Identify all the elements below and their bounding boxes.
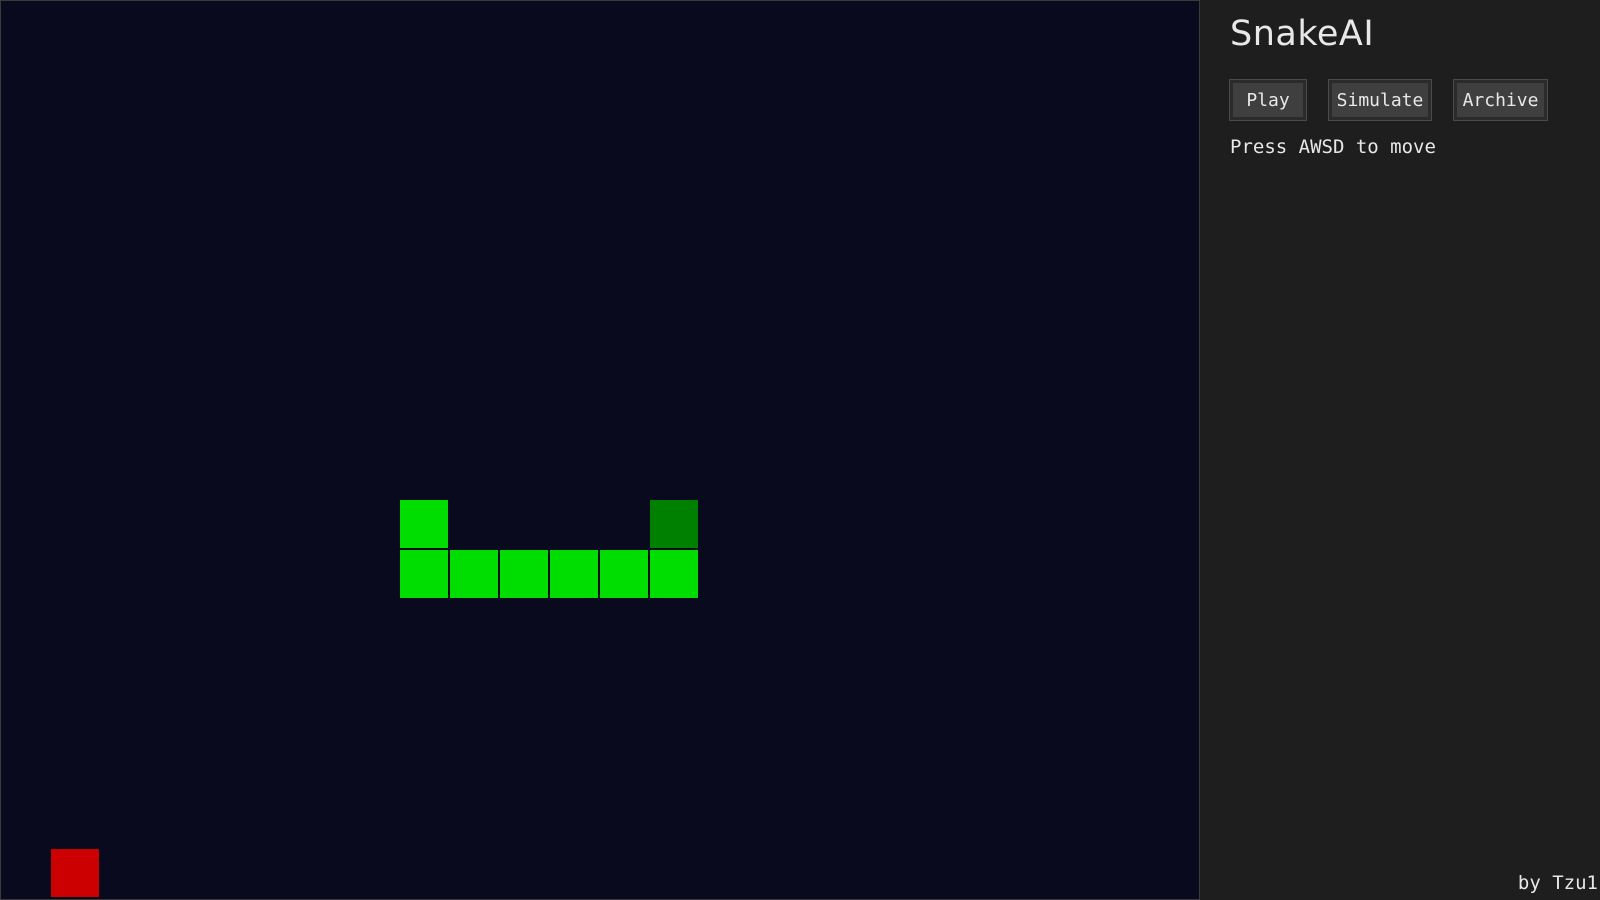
food-pellet xyxy=(51,849,99,897)
snake-segment xyxy=(450,550,498,598)
snake-segment xyxy=(500,550,548,598)
side-panel: SnakeAI Play Simulate Archive Press AWSD… xyxy=(1200,0,1600,900)
snake-segment xyxy=(650,550,698,598)
game-board[interactable] xyxy=(0,0,1200,900)
app-title: SnakeAI xyxy=(1230,14,1375,54)
snake-head xyxy=(650,500,698,548)
play-button[interactable]: Play xyxy=(1229,79,1307,121)
simulate-button[interactable]: Simulate xyxy=(1328,79,1432,121)
snake-segment xyxy=(400,550,448,598)
snake-segment xyxy=(400,500,448,548)
snake-segment xyxy=(550,550,598,598)
archive-button[interactable]: Archive xyxy=(1453,79,1548,121)
snake-segment xyxy=(600,550,648,598)
instructions-text: Press AWSD to move xyxy=(1230,136,1436,158)
author-credit: by Tzu1 xyxy=(1517,872,1598,894)
